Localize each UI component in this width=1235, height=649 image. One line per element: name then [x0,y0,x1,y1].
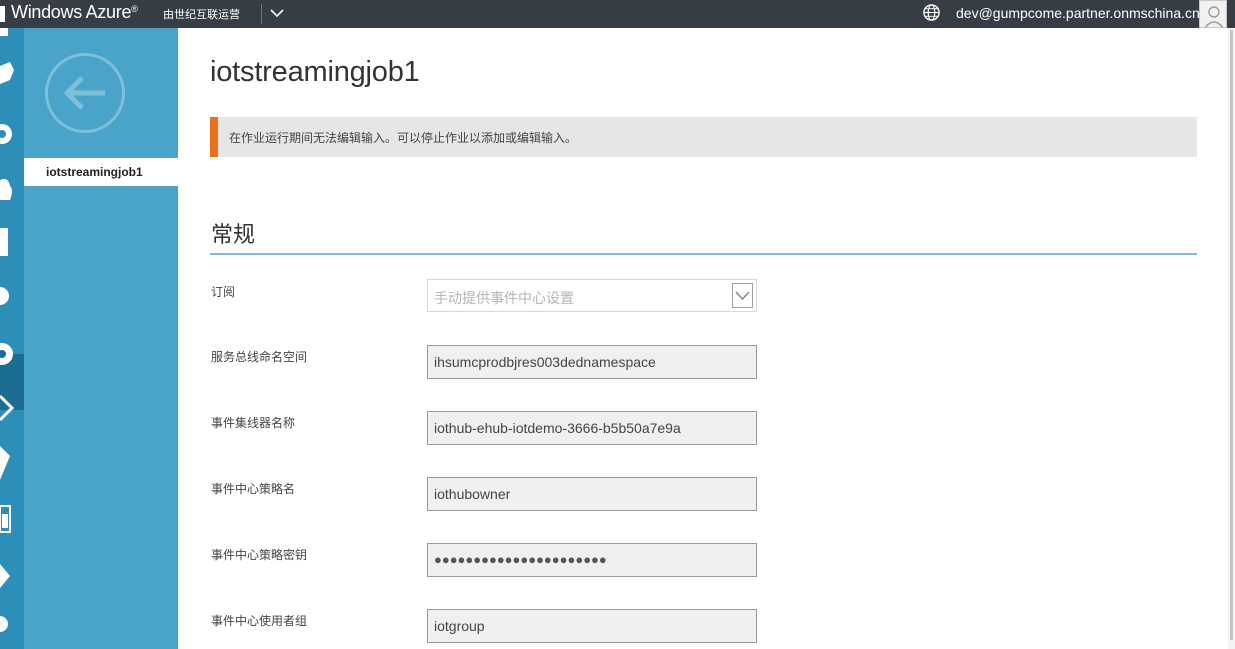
subscription-label: 订阅 [211,285,236,299]
notice-banner: 在作业运行期间无法编辑输入。可以停止作业以添加或编辑输入。 [210,117,1197,157]
calendar-icon-grid [2,514,8,528]
hub-name-field[interactable]: iothub-ehub-iotdemo-3666-b5b50a7e9a [427,411,757,445]
arrow-icon [0,394,15,422]
globe-icon [0,287,9,305]
avatar[interactable] [1199,0,1227,28]
user-email[interactable]: dev@gumpcome.partner.onmschina.cn [956,5,1200,21]
policy-key-label: 事件中心策略密钥 [211,548,308,562]
play-icon [0,564,10,588]
avatar-icon [1200,1,1226,27]
network-icon [0,62,14,84]
topbar-divider [261,4,262,24]
scrollbar-thumb[interactable] [1230,30,1233,640]
select-dropdown-button[interactable] [732,283,753,308]
storage-icon [0,228,8,256]
back-button[interactable] [45,53,125,133]
blade-item-label: iotstreamingjob1 [46,165,143,179]
subscription-selected-value: 手动提供事件中心设置 [434,291,574,307]
namespace-label: 服务总线命名空间 [211,350,308,364]
section-title-general: 常规 [211,223,256,248]
hub-name-label: 事件集线器名称 [211,416,296,430]
service-icon [0,28,8,36]
brand-title[interactable]: Windows Azure® [11,2,138,23]
policy-name-label: 事件中心策略名 [211,482,296,496]
globe-icon[interactable] [922,3,941,22]
policy-name-field[interactable]: iothubowner [427,477,757,511]
cloud-icon [0,178,12,200]
brand-name: Windows Azure [11,2,132,22]
brand-registered-mark: ® [131,4,138,14]
top-bar: Windows Azure® 由世纪互联运营 dev@gumpcome.part… [0,0,1235,28]
chevron-down-icon[interactable] [268,4,286,22]
subscription-select[interactable]: 手动提供事件中心设置 [427,279,757,312]
namespace-field[interactable]: ihsumcprodbjres003dednamespace [427,345,757,379]
chevron-down-icon [735,291,750,301]
consumer-group-label: 事件中心使用者组 [211,614,308,628]
operator-label: 由世纪互联运营 [163,8,240,21]
notice-accent-bar [210,117,218,157]
policy-key-field[interactable]: ●●●●●●●●●●●●●●●●●●●●●● [427,543,757,577]
back-arrow-icon [63,76,105,110]
settings-icon [0,616,8,632]
consumer-group-field[interactable]: iotgroup [427,609,757,643]
tag-icon [0,446,10,480]
left-icon-rail [0,28,24,649]
page-title: iotstreamingjob1 [210,56,420,88]
section-divider [210,253,1197,255]
notice-text: 在作业运行期间无法编辑输入。可以停止作业以添加或编辑输入。 [229,131,578,145]
azure-logo-icon [0,6,5,22]
blade-item-job[interactable]: iotstreamingjob1 [24,158,178,186]
rail-icons [0,28,15,632]
blade-nav-panel: iotstreamingjob1 [24,28,178,649]
